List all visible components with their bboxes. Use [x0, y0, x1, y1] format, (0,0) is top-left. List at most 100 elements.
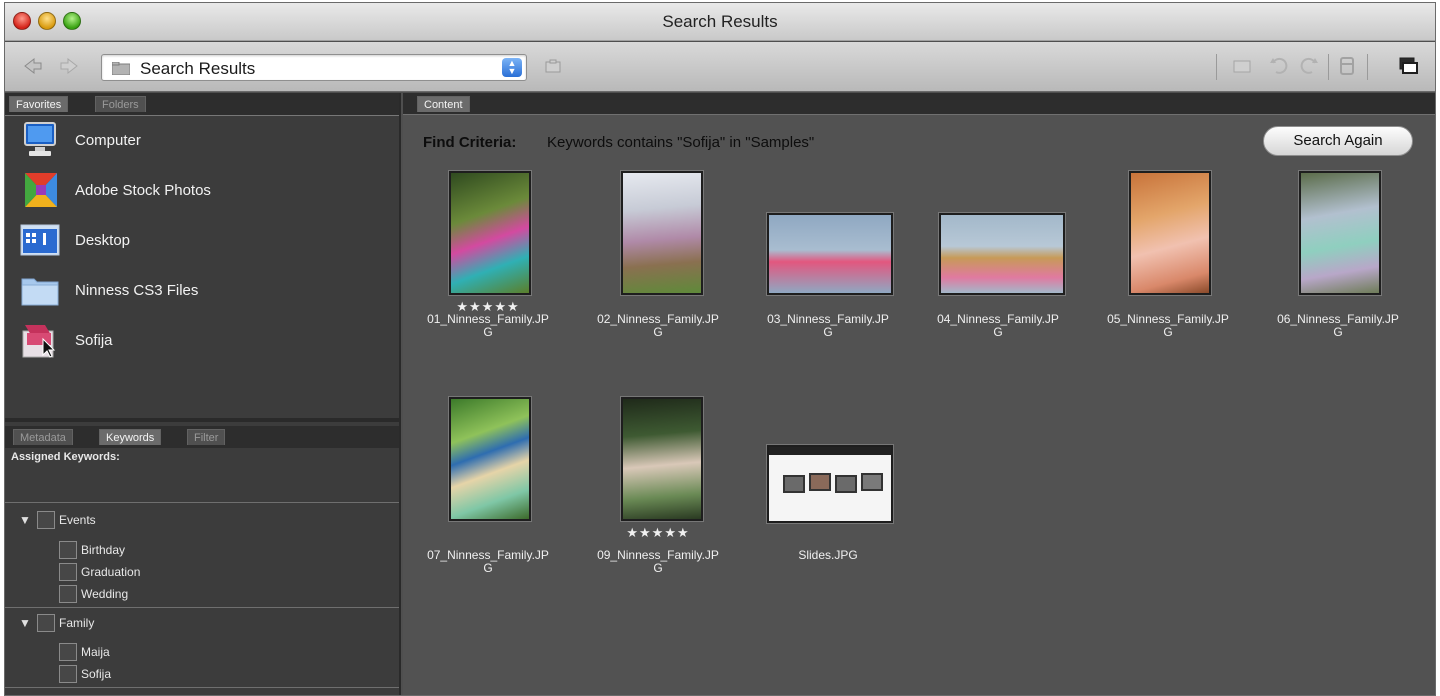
keyword-label: Family [59, 616, 95, 630]
content-tab-bar: Content [403, 93, 1435, 115]
thumbnail-item[interactable]: ★★★★★ 01_Ninness_Family.JP G [403, 171, 573, 341]
keyword-item-birthday[interactable]: Birthday [59, 539, 125, 561]
photo-thumbnail[interactable] [449, 171, 531, 295]
file-name-line1: Slides.JPG [798, 548, 858, 562]
favorite-adobe-stock-photos[interactable]: Adobe Stock Photos [19, 170, 211, 210]
rotate-left-icon[interactable] [1267, 54, 1289, 78]
tab-favorites[interactable]: Favorites [9, 96, 69, 112]
photo-thumbnail[interactable] [939, 213, 1065, 295]
find-criteria-label: Find Criteria: [423, 134, 517, 151]
keyword-group-family[interactable]: ▼ Family [19, 612, 94, 634]
keyword-checkbox[interactable] [59, 541, 77, 559]
thumbnail-item[interactable]: 07_Ninness_Family.JP G [403, 397, 573, 577]
photo-thumbnail[interactable] [1129, 171, 1211, 295]
trash-icon[interactable] [1336, 54, 1358, 78]
file-name-line2: G [993, 325, 1003, 339]
keyword-checkbox[interactable] [37, 511, 55, 529]
assigned-keywords-label: Assigned Keywords: [11, 451, 120, 463]
keyword-item-maija[interactable]: Maija [59, 641, 110, 663]
tab-keywords[interactable]: Keywords [99, 429, 162, 445]
keyword-label: Birthday [81, 543, 126, 557]
disclosure-triangle-icon[interactable]: ▼ [19, 513, 37, 527]
dropdown-icon[interactable]: ▲ ▼ [502, 58, 522, 77]
back-arrow-icon[interactable] [23, 56, 43, 76]
thumbnail-item[interactable]: 05_Ninness_Family.JP G [1083, 171, 1253, 341]
path-text: Search Results [140, 59, 256, 78]
keyword-label: Graduation [81, 565, 141, 579]
tab-metadata[interactable]: Metadata [13, 429, 73, 445]
forward-arrow-icon[interactable] [59, 56, 79, 76]
rotate-right-icon[interactable] [1299, 54, 1321, 78]
collection-icon [19, 321, 61, 359]
file-name: Slides.JPG [743, 549, 913, 562]
tab-content[interactable]: Content [417, 96, 470, 112]
keyword-checkbox[interactable] [59, 563, 77, 581]
slides-thumbnail[interactable] [767, 445, 893, 523]
photo-thumbnail[interactable] [449, 397, 531, 521]
keyword-checkbox[interactable] [59, 643, 77, 661]
folder-icon [112, 62, 130, 75]
toolbar-separator [1216, 54, 1217, 80]
panel-splitter[interactable] [5, 418, 399, 422]
keyword-item-wedding[interactable]: Wedding [59, 583, 128, 605]
favorite-sofija[interactable]: Sofija [19, 320, 113, 360]
path-selector[interactable]: Search Results ▲ ▼ [101, 54, 527, 81]
thumbnail-item[interactable]: Slides.JPG [743, 397, 913, 577]
keyword-checkbox[interactable] [37, 614, 55, 632]
keyword-checkbox[interactable] [59, 665, 77, 683]
favorites-tab-bar: Favorites Folders [5, 93, 399, 115]
photo-thumbnail[interactable] [621, 397, 703, 521]
search-again-button[interactable]: Search Again [1263, 126, 1413, 156]
camera-icon[interactable] [545, 59, 561, 73]
thumbnail-item[interactable]: 02_Ninness_Family.JP G [573, 171, 743, 341]
compact-mode-icon[interactable] [1397, 54, 1419, 78]
photo-thumbnail[interactable] [621, 171, 703, 295]
file-name: 01_Ninness_Family.JP G [403, 313, 573, 339]
photo-thumbnail[interactable] [1299, 171, 1381, 295]
favorite-desktop[interactable]: Desktop [19, 220, 130, 260]
thumbnail-item[interactable]: ★★★★★ 09_Ninness_Family.JP G [573, 397, 743, 577]
keyword-label: Events [59, 513, 96, 527]
file-name: 04_Ninness_Family.JP G [913, 313, 1083, 339]
keywords-tab-bar: Metadata Keywords Filter [5, 426, 399, 448]
file-name: 02_Ninness_Family.JP G [573, 313, 743, 339]
keyword-item-graduation[interactable]: Graduation [59, 561, 140, 583]
file-name-line2: G [823, 325, 833, 339]
file-name-line2: G [1163, 325, 1173, 339]
rating-stars: ★★★★★ [626, 525, 690, 540]
file-name-line2: G [653, 325, 663, 339]
favorites-list: Computer Adobe Stock Photos Desktop Ninn… [5, 115, 399, 411]
photo-thumbnail[interactable] [767, 213, 893, 295]
file-name-line1: 01_Ninness_Family.JP [427, 312, 549, 326]
find-criteria-value: Keywords contains "Sofija" in "Samples" [547, 134, 815, 151]
file-name-line1: 07_Ninness_Family.JP [427, 548, 549, 562]
disclosure-triangle-icon[interactable]: ▼ [19, 616, 37, 630]
stock-photos-icon [19, 171, 61, 209]
favorite-label: Adobe Stock Photos [75, 181, 211, 199]
window-title: Search Results [662, 12, 778, 31]
content-panel: Content Find Criteria: Keywords contains… [403, 93, 1435, 695]
file-name-line1: 04_Ninness_Family.JP [937, 312, 1059, 326]
keyword-item-sofija[interactable]: Sofija [59, 663, 111, 685]
thumbnail-item[interactable]: 03_Ninness_Family.JP G [743, 171, 913, 341]
file-name: 06_Ninness_Family.JP G [1253, 313, 1423, 339]
keyword-checkbox[interactable] [59, 585, 77, 603]
file-name-line1: 03_Ninness_Family.JP [767, 312, 889, 326]
thumbnail-item[interactable]: 06_Ninness_Family.JP G [1253, 171, 1423, 341]
file-name: 03_Ninness_Family.JP G [743, 313, 913, 339]
file-name: 09_Ninness_Family.JP G [573, 549, 743, 575]
keyword-label: Maija [81, 645, 110, 659]
tab-folders[interactable]: Folders [95, 96, 146, 112]
keyword-separator [5, 607, 399, 608]
thumbnail-icon[interactable] [1231, 54, 1253, 78]
favorite-ninness-cs3-files[interactable]: Ninness CS3 Files [19, 270, 198, 310]
favorite-label: Desktop [75, 231, 131, 249]
favorite-label: Computer [75, 131, 141, 149]
tab-filter[interactable]: Filter [187, 429, 226, 445]
file-name: 05_Ninness_Family.JP G [1083, 313, 1253, 339]
keyword-group-events[interactable]: ▼ Events [19, 509, 96, 531]
left-panel: Favorites Folders Computer Adobe Stock P… [5, 93, 401, 695]
thumbnail-item[interactable]: 04_Ninness_Family.JP G [913, 171, 1083, 341]
file-name-line2: G [653, 561, 663, 575]
favorite-computer[interactable]: Computer [19, 120, 141, 160]
